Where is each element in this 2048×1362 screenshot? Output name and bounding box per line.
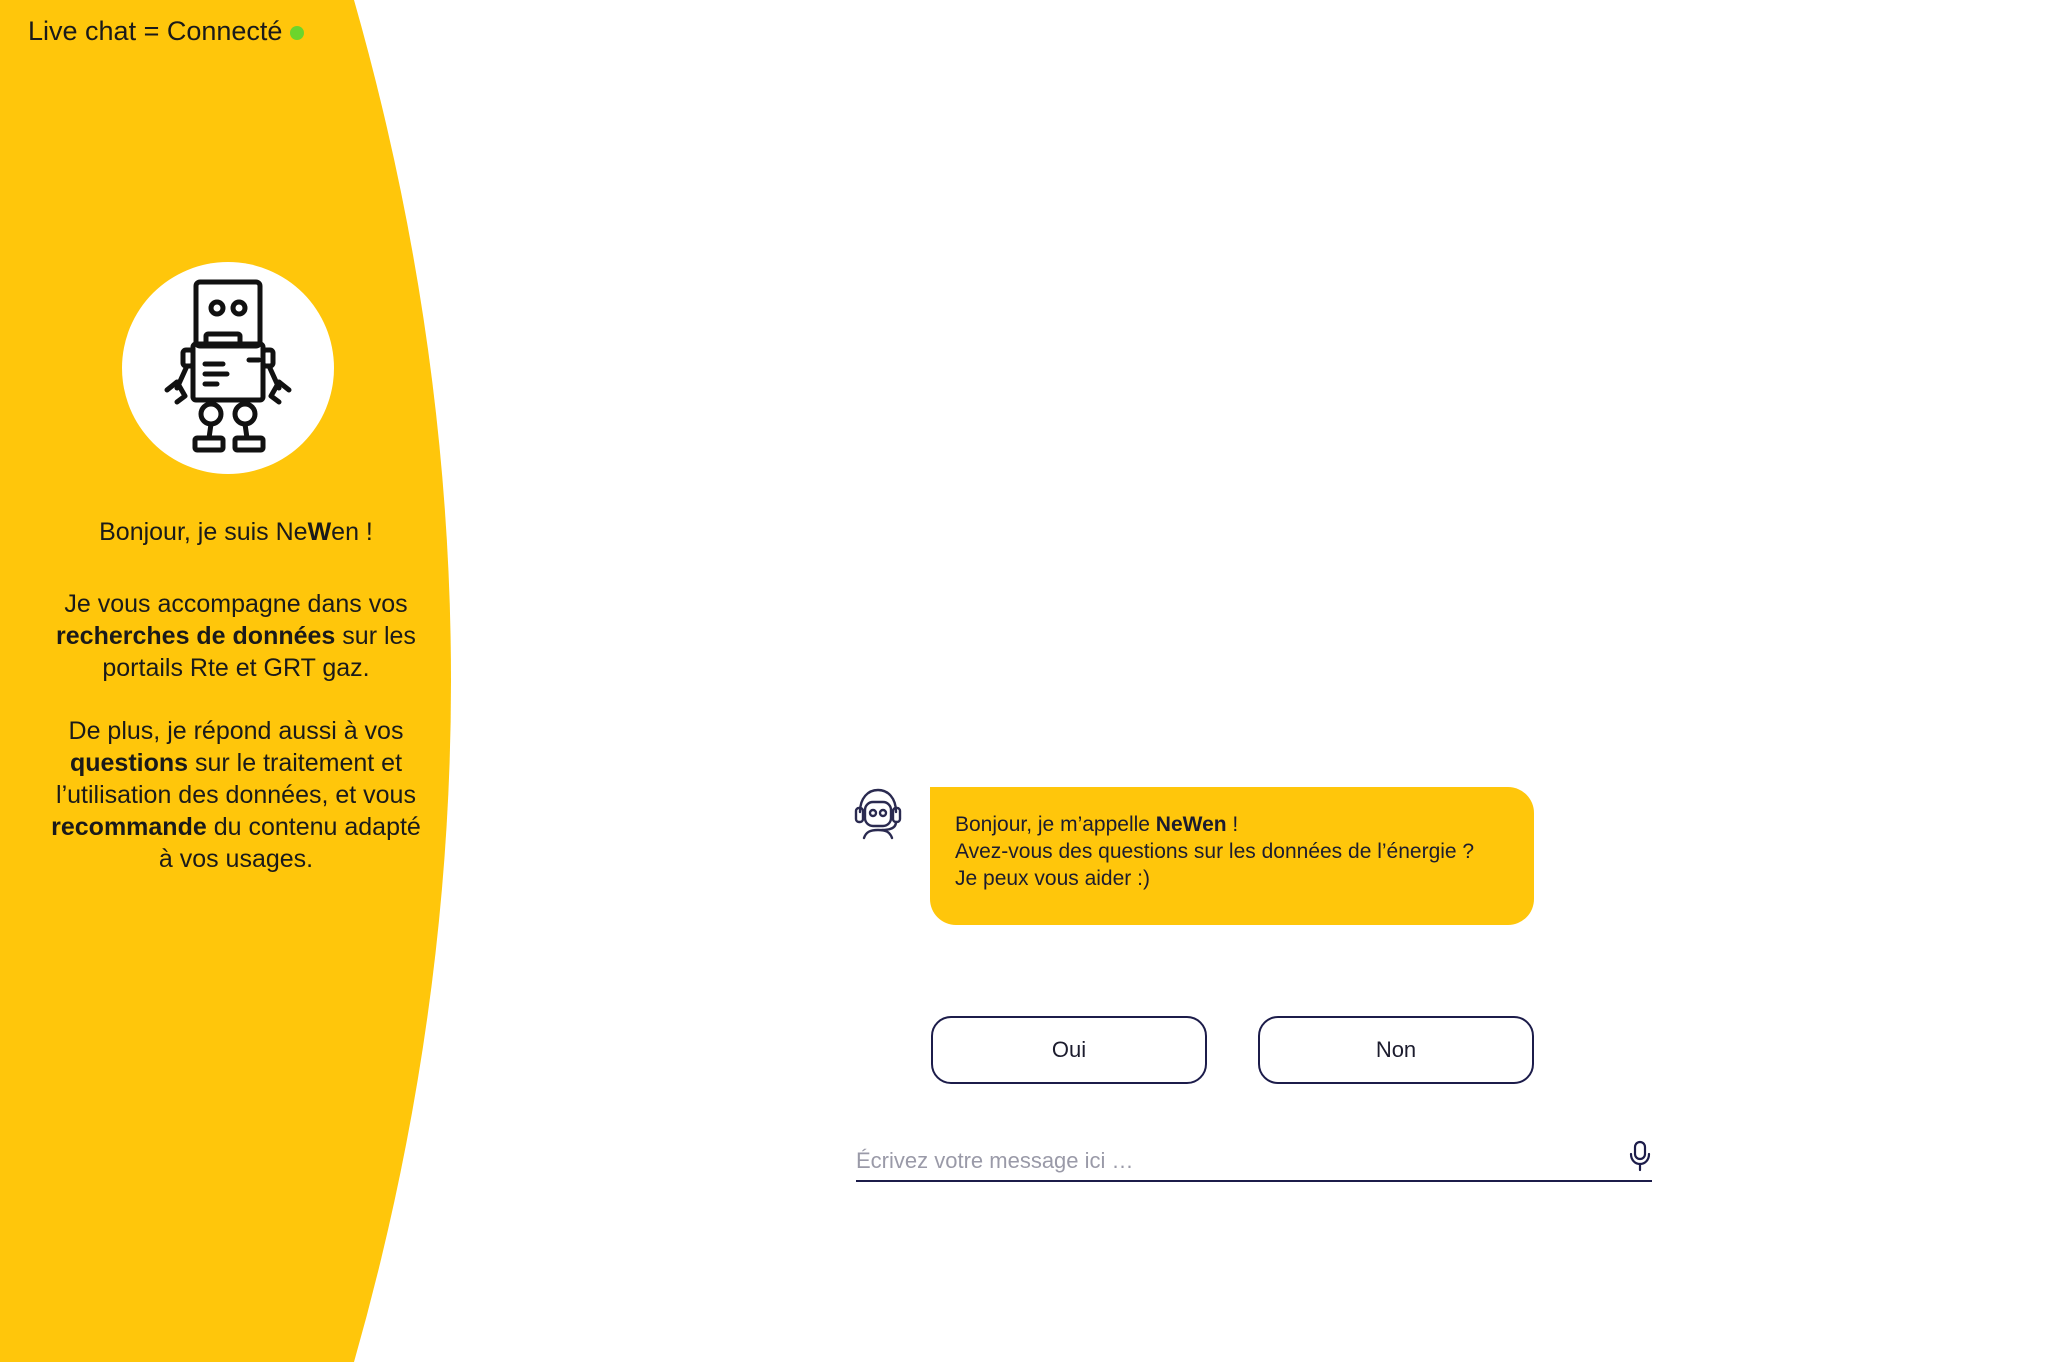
intro-paragraph-2: De plus, je répond aussi à vos questions… bbox=[44, 715, 428, 875]
greeting-prefix: Bonjour, je suis Ne bbox=[99, 518, 308, 546]
bot-message-line-1: Bonjour, je m’appelle NeWen ! bbox=[955, 811, 1510, 838]
message-line1-b: ! bbox=[1226, 813, 1239, 836]
bot-message-line-3: Je peux vous aider :) bbox=[955, 867, 1150, 890]
newen-avatar bbox=[122, 262, 334, 474]
p1-bold: recherches de données bbox=[56, 622, 336, 650]
p2-text-a: De plus, je répond aussi à vos bbox=[68, 717, 404, 745]
microphone-icon[interactable] bbox=[1629, 1140, 1651, 1172]
greeting-suffix: en ! bbox=[331, 518, 373, 546]
message-composer bbox=[856, 1140, 1652, 1182]
reply-oui-button[interactable]: Oui bbox=[931, 1016, 1207, 1084]
greeting-bold: W bbox=[307, 518, 332, 546]
bot-message-line-2: Avez-vous des questions sur les données … bbox=[955, 840, 1475, 863]
message-line1-a: Bonjour, je m’appelle bbox=[955, 813, 1156, 836]
p2-bold-1: questions bbox=[69, 749, 189, 777]
message-input[interactable] bbox=[856, 1146, 1596, 1176]
message-bot-name: NeWen bbox=[1155, 813, 1227, 836]
p1-text-a: Je vous accompagne dans vos bbox=[64, 590, 408, 618]
reply-non-button[interactable]: Non bbox=[1258, 1016, 1534, 1084]
robot-icon bbox=[164, 279, 292, 453]
live-chat-status-label: Live chat = Connecté bbox=[28, 16, 283, 46]
intro-greeting: Bonjour, je suis NeWen ! bbox=[44, 516, 428, 548]
p2-bold-2: recommande bbox=[51, 813, 207, 841]
status-dot-icon bbox=[290, 26, 305, 40]
bot-message-bubble: Bonjour, je m’appelle NeWen ! Avez-vous … bbox=[930, 787, 1534, 925]
robot-headset-icon bbox=[854, 788, 902, 840]
intro-paragraph-1: Je vous accompagne dans vos recherches d… bbox=[44, 588, 428, 684]
live-chat-status: Live chat = Connecté bbox=[28, 16, 305, 47]
